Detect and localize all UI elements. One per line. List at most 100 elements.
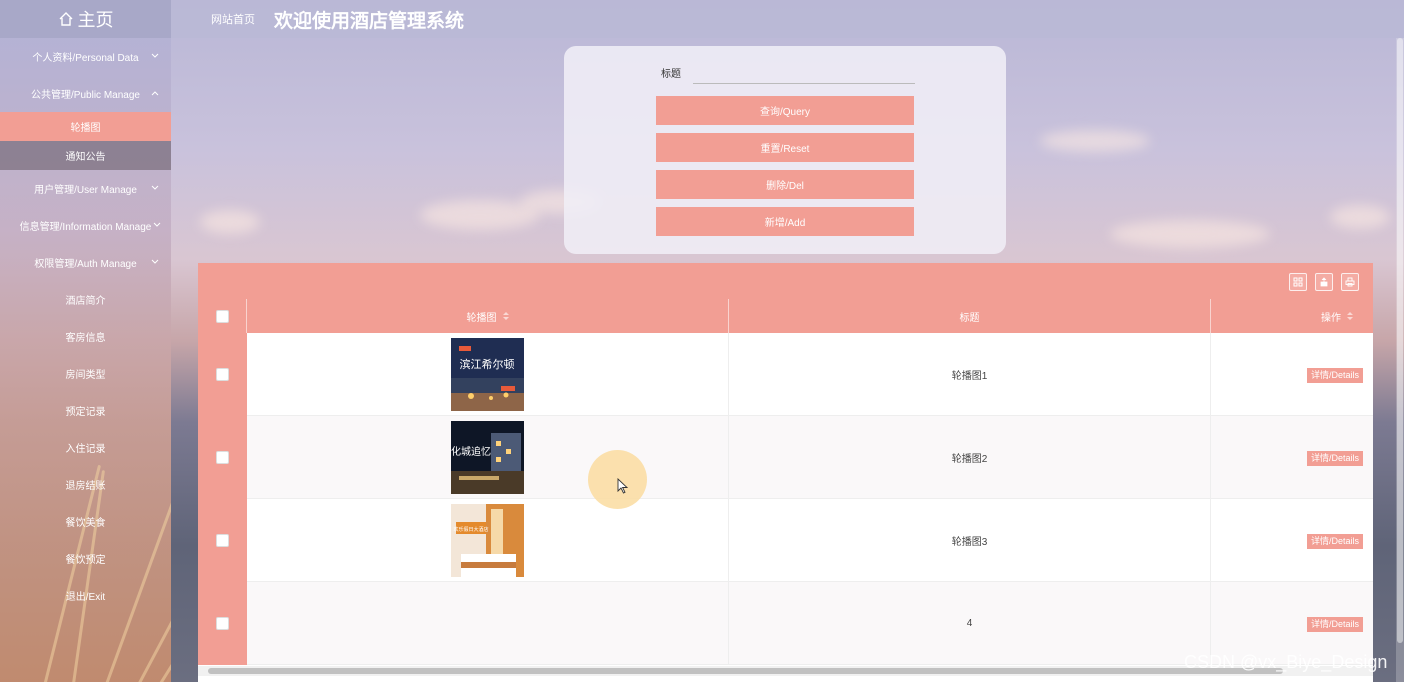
sidebar-item-checkout[interactable]: 退房结账 bbox=[0, 466, 171, 503]
column-header-title: 标题 bbox=[729, 299, 1211, 333]
title-cell: 轮播图1 bbox=[729, 333, 1211, 416]
sidebar-item-label: 通知公告 bbox=[65, 152, 106, 163]
chevron-down-icon bbox=[151, 185, 159, 190]
grid-icon bbox=[1293, 277, 1303, 287]
reset-button[interactable]: 重置/Reset bbox=[656, 133, 914, 162]
sidebar-item-food[interactable]: 餐饮美食 bbox=[0, 503, 171, 540]
carousel-thumbnail[interactable]: 化城追忆 bbox=[451, 421, 524, 494]
cloud bbox=[1330, 205, 1390, 229]
select-all-checkbox[interactable] bbox=[215, 309, 229, 323]
column-header-label: 轮播图 bbox=[466, 312, 497, 324]
carousel-image-cell: 化城追忆 bbox=[247, 416, 729, 499]
actions-cell: 详情/Details bbox=[1211, 499, 1373, 582]
sidebar-item-label: 权限管理/Auth Manage bbox=[34, 259, 137, 270]
sort-icon bbox=[502, 312, 509, 320]
sidebar-item-information-manage[interactable]: 信息管理/Information Manage bbox=[0, 207, 171, 244]
row-select-cell bbox=[198, 416, 247, 499]
chevron-down-icon bbox=[151, 259, 159, 264]
sidebar-item-label: 入住记录 bbox=[65, 444, 106, 455]
mouse-cursor-icon bbox=[617, 478, 629, 494]
add-button[interactable]: 新增/Add bbox=[656, 207, 914, 236]
column-header-label: 操作 bbox=[1321, 312, 1341, 324]
cloud bbox=[1110, 220, 1270, 248]
title-field-label: 标题 bbox=[661, 69, 681, 80]
carousel-image-cell: 滨江希尔顿 bbox=[247, 333, 729, 416]
watermark: CSDN @vx_Biye_Design bbox=[1184, 652, 1388, 672]
row-checkbox[interactable] bbox=[216, 617, 229, 630]
page-title: 欢迎使用酒店管理系统 bbox=[274, 11, 465, 32]
sidebar-item-public-manage[interactable]: 公共管理/Public Manage bbox=[0, 75, 171, 112]
details-button[interactable]: 详情/Details bbox=[1306, 368, 1363, 383]
home-link[interactable]: 主页 bbox=[0, 0, 171, 38]
sidebar-item-food-booking[interactable]: 餐饮预定 bbox=[0, 540, 171, 577]
sidebar-item-hotel-intro[interactable]: 酒店简介 bbox=[0, 281, 171, 318]
sidebar-item-label: 客房信息 bbox=[65, 333, 106, 344]
column-header-actions[interactable]: 操作 bbox=[1211, 299, 1373, 333]
thumbnail-caption: 欢乐假日大酒店 bbox=[453, 526, 488, 533]
title-search-input[interactable] bbox=[693, 60, 915, 84]
sidebar-item-label: 个人资料/Personal Data bbox=[32, 53, 139, 64]
carousel-thumbnail[interactable]: 滨江希尔顿 bbox=[451, 338, 524, 411]
sidebar-item-auth-manage[interactable]: 权限管理/Auth Manage bbox=[0, 244, 171, 281]
sidebar-item-notice[interactable]: 通知公告 bbox=[0, 141, 171, 170]
sidebar: 个人资料/Personal Data 公共管理/Public Manage 轮播… bbox=[0, 38, 171, 682]
details-button[interactable]: 详情/Details bbox=[1306, 534, 1363, 549]
row-select-cell bbox=[198, 333, 247, 416]
sidebar-item-label: 公共管理/Public Manage bbox=[31, 90, 140, 101]
sidebar-item-booking-records[interactable]: 预定记录 bbox=[0, 392, 171, 429]
sidebar-item-label: 退出/Exit bbox=[65, 592, 106, 603]
title-cell: 轮播图3 bbox=[729, 499, 1211, 582]
chevron-down-icon bbox=[151, 53, 159, 58]
home-icon bbox=[59, 12, 72, 26]
sort-icon bbox=[1347, 312, 1353, 320]
sidebar-item-label: 退房结账 bbox=[65, 481, 106, 492]
details-button[interactable]: 详情/Details bbox=[1306, 451, 1363, 466]
column-header-carousel[interactable]: 轮播图 bbox=[247, 299, 729, 333]
query-button[interactable]: 查询/Query bbox=[656, 96, 914, 125]
row-checkbox[interactable] bbox=[216, 368, 229, 381]
export-icon bbox=[1320, 277, 1328, 287]
print-icon bbox=[1345, 277, 1355, 287]
carousel-thumbnail[interactable]: 欢乐假日大酒店 bbox=[451, 504, 524, 577]
details-button[interactable]: 详情/Details bbox=[1306, 617, 1363, 632]
table-header: 轮播图 标题 操作 bbox=[198, 299, 1373, 333]
sidebar-item-label: 餐饮预定 bbox=[65, 555, 106, 566]
table-toolbar bbox=[198, 263, 1373, 299]
table-row: 欢乐假日大酒店 轮播图3 详情/Details bbox=[198, 499, 1373, 582]
home-label: 主页 bbox=[77, 10, 114, 30]
delete-button[interactable]: 删除/Del bbox=[656, 170, 914, 199]
row-select-cell bbox=[198, 582, 247, 665]
sidebar-item-label: 预定记录 bbox=[65, 407, 106, 418]
cloud bbox=[1040, 130, 1150, 152]
print-button[interactable] bbox=[1341, 273, 1359, 291]
site-home-link[interactable]: 网站首页 bbox=[211, 11, 255, 27]
vertical-scrollbar[interactable] bbox=[1396, 38, 1404, 682]
sidebar-item-personal-data[interactable]: 个人资料/Personal Data bbox=[0, 38, 171, 75]
row-checkbox[interactable] bbox=[216, 451, 229, 464]
title-cell: 4 bbox=[729, 582, 1211, 665]
header-select-all bbox=[198, 299, 247, 333]
sidebar-item-label: 房间类型 bbox=[65, 370, 106, 381]
sidebar-item-checkin-records[interactable]: 入住记录 bbox=[0, 429, 171, 466]
row-select-cell bbox=[198, 499, 247, 582]
export-button[interactable] bbox=[1315, 273, 1333, 291]
sidebar-item-exit[interactable]: 退出/Exit bbox=[0, 577, 171, 614]
actions-cell: 详情/Details bbox=[1211, 333, 1373, 416]
columns-toggle-button[interactable] bbox=[1289, 273, 1307, 291]
top-bar: 主页 网站首页 欢迎使用酒店管理系统 bbox=[0, 0, 1404, 38]
scrollbar-thumb[interactable] bbox=[1397, 38, 1403, 643]
sidebar-item-user-manage[interactable]: 用户管理/User Manage bbox=[0, 170, 171, 207]
column-header-label: 标题 bbox=[959, 312, 980, 324]
cloud bbox=[200, 210, 260, 234]
row-checkbox[interactable] bbox=[216, 534, 229, 547]
sidebar-item-room-info[interactable]: 客房信息 bbox=[0, 318, 171, 355]
sidebar-item-room-type[interactable]: 房间类型 bbox=[0, 355, 171, 392]
sidebar-item-label: 轮播图 bbox=[70, 123, 101, 134]
table-row: 滨江希尔顿 轮播图1 详情/Details bbox=[198, 333, 1373, 416]
sidebar-item-carousel[interactable]: 轮播图 bbox=[0, 112, 171, 141]
thumbnail-caption: 化城追忆 bbox=[451, 445, 491, 458]
sidebar-item-label: 用户管理/User Manage bbox=[34, 185, 137, 196]
chevron-down-icon bbox=[153, 222, 161, 227]
sidebar-item-label: 餐饮美食 bbox=[65, 518, 106, 529]
scrollbar-thumb[interactable] bbox=[208, 668, 1283, 674]
